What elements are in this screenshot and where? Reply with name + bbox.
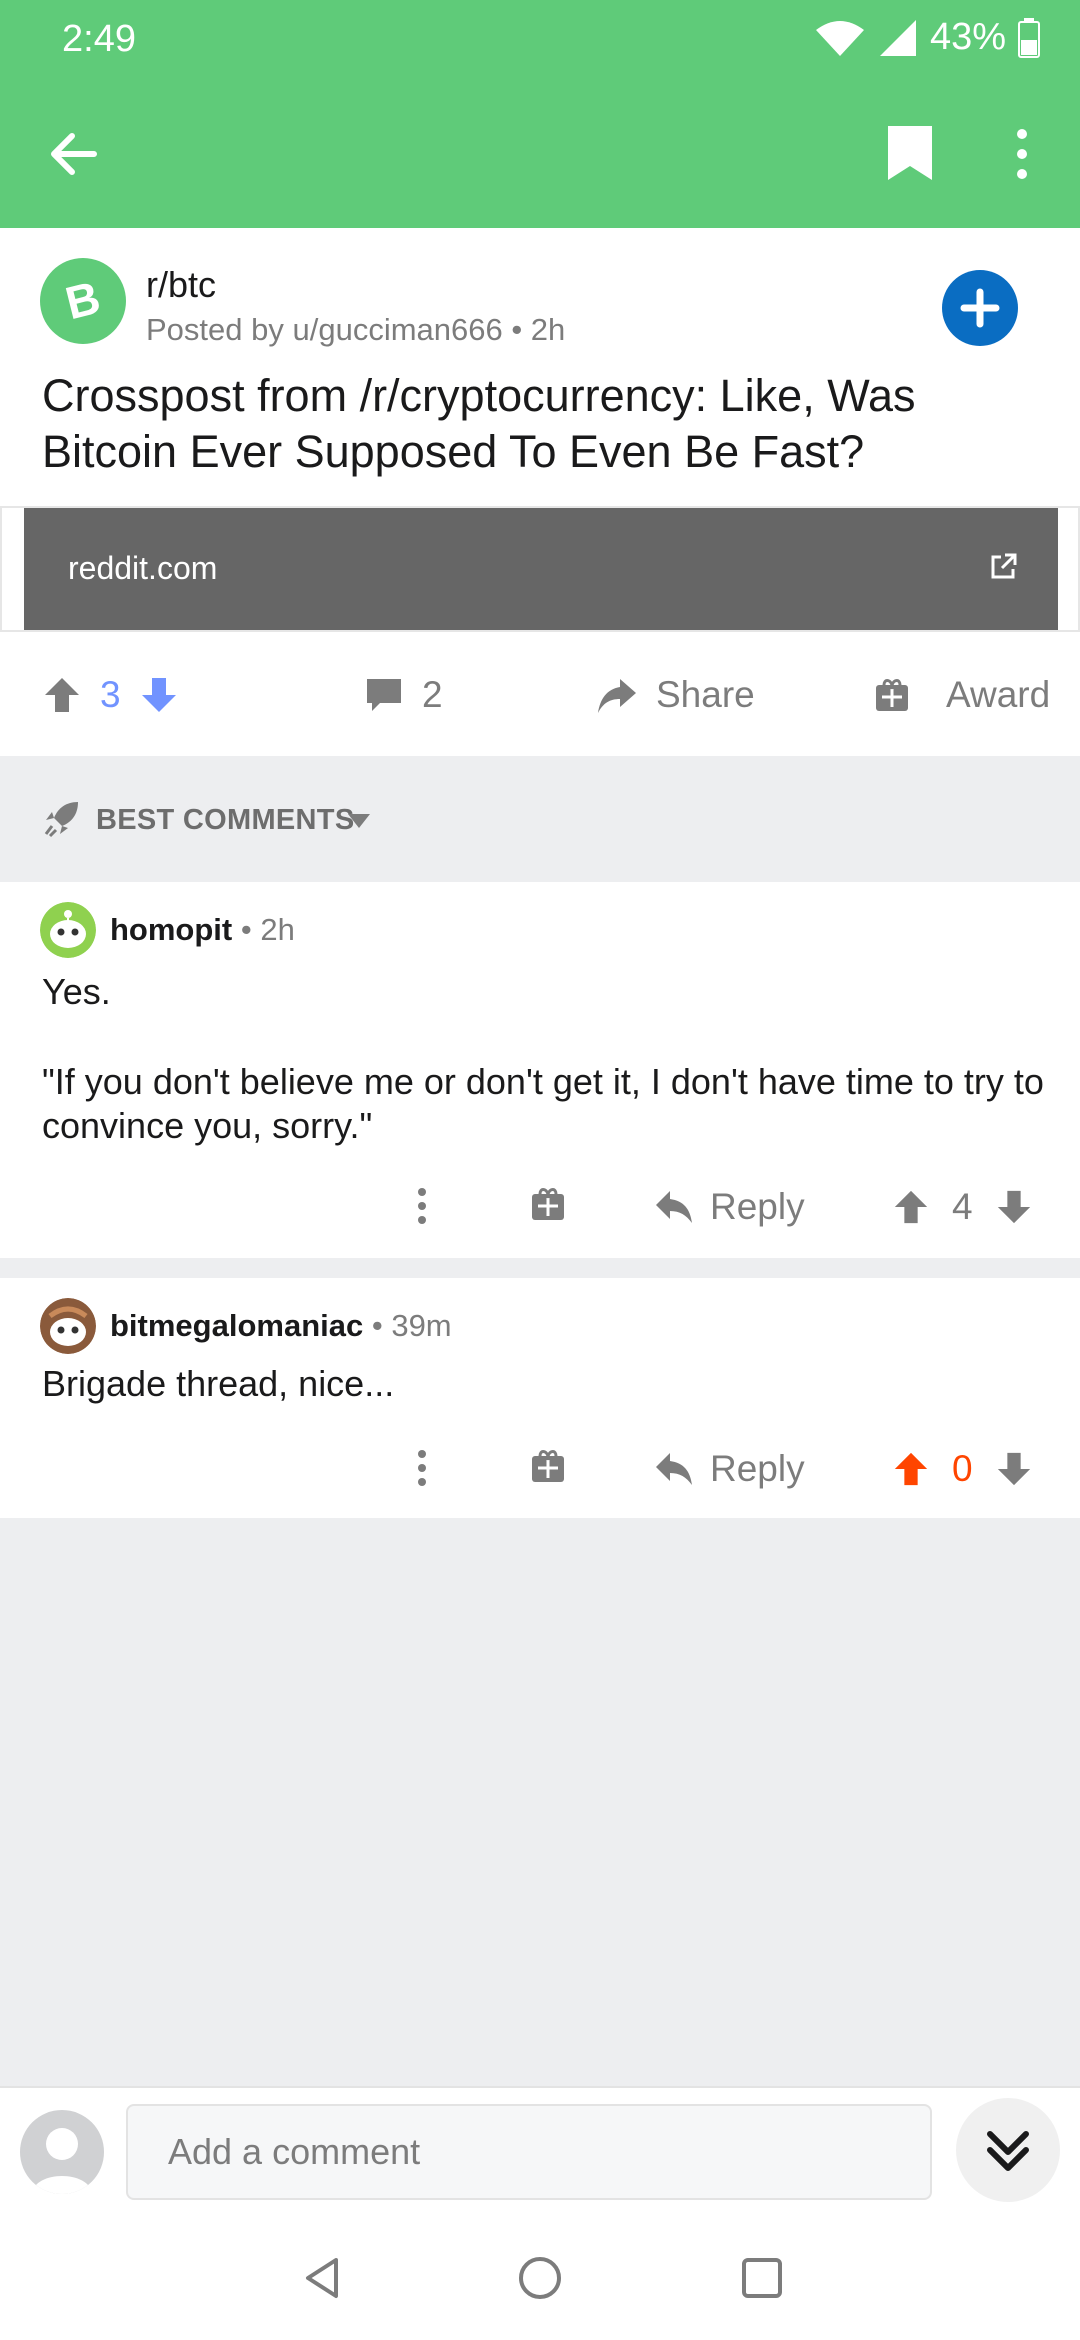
more-vertical-icon[interactable]	[404, 1446, 440, 1490]
vote-group: 3	[42, 674, 179, 716]
downvote-icon[interactable]	[995, 1450, 1033, 1488]
double-chevron-down-icon	[987, 2131, 1029, 2171]
comment: homopit • 2h Yes. "If you don't believe …	[0, 882, 1080, 1258]
comment: bitmegalomaniac • 39m Brigade thread, ni…	[0, 1278, 1080, 1518]
comment-actions: Reply 4	[0, 1176, 1080, 1236]
rocket-icon	[44, 802, 78, 838]
post-title: Crosspost from /r/cryptocurrency: Like, …	[42, 370, 916, 477]
comment-actions: Reply 0	[0, 1438, 1080, 1498]
downvote-icon[interactable]	[139, 675, 179, 715]
award-label: Award	[946, 674, 1051, 715]
share-label: Share	[656, 674, 755, 715]
reply-label: Reply	[710, 1448, 805, 1489]
more-vertical-icon[interactable]	[1004, 124, 1040, 184]
system-nav-bar	[0, 2216, 1080, 2340]
nav-back-icon[interactable]	[298, 2254, 346, 2302]
signal-icon	[879, 19, 916, 56]
comment-body-line: Brigade thread, nice...	[42, 1363, 395, 1404]
comment-author[interactable]: homopit • 2h	[110, 912, 295, 948]
post-card: B r/btc Posted by u/gucciman666 • 2h Cro…	[0, 228, 1080, 756]
upvote-icon[interactable]	[892, 1450, 930, 1488]
join-button[interactable]	[942, 270, 1018, 346]
share-icon	[598, 679, 636, 713]
more-vertical-icon[interactable]	[404, 1184, 440, 1228]
gift-icon	[876, 679, 908, 711]
username[interactable]: homopit	[110, 912, 232, 947]
subreddit-name[interactable]: r/btc	[146, 264, 216, 306]
upvote-icon[interactable]	[42, 675, 82, 715]
gift-icon[interactable]	[530, 1448, 566, 1484]
comment-icon	[367, 679, 401, 711]
battery-percent: 43%	[929, 16, 1006, 58]
bookmark-icon[interactable]	[884, 122, 936, 184]
link-preview[interactable]: reddit.com	[0, 506, 1080, 632]
wifi-icon	[815, 20, 864, 56]
downvote-icon[interactable]	[995, 1188, 1033, 1226]
comment-author[interactable]: bitmegalomaniac • 39m	[110, 1308, 452, 1344]
reply-icon	[656, 1191, 692, 1223]
status-time: 2:49	[62, 18, 136, 60]
plus-icon	[960, 288, 1000, 328]
gift-icon[interactable]	[530, 1186, 566, 1222]
battery-icon	[1018, 17, 1040, 58]
nav-home-icon[interactable]	[516, 2254, 564, 2302]
nav-recents-icon[interactable]	[738, 2254, 786, 2302]
link-domain: reddit.com	[68, 550, 218, 586]
chevron-down-icon	[348, 814, 370, 828]
comment-time: • 2h	[232, 912, 295, 947]
post-actions: 3 2 Share Award	[0, 632, 1080, 756]
comments-button[interactable]: 2	[364, 674, 443, 716]
comment-score: 0	[952, 1448, 973, 1489]
external-link-icon	[991, 553, 1017, 579]
comment-score: 4	[952, 1186, 973, 1227]
current-user-avatar[interactable]	[20, 2110, 104, 2194]
comment-vote-group: 4	[892, 1186, 1033, 1228]
reply-button[interactable]: Reply	[654, 1186, 805, 1228]
sort-label: BEST COMMENTS	[96, 804, 355, 836]
jump-to-next-button[interactable]	[956, 2098, 1060, 2202]
comment-count: 2	[422, 674, 443, 715]
post-meta: Posted by u/gucciman666 • 2h	[146, 312, 566, 347]
upvote-icon[interactable]	[892, 1188, 930, 1226]
status-bar: 2:49 43%	[0, 0, 1080, 80]
post-score: 3	[100, 674, 121, 715]
comment-body-line: Yes.	[42, 971, 111, 1012]
comment-body-line: "If you don't believe me or don't get it…	[42, 1061, 1044, 1146]
comment-vote-group: 0	[892, 1448, 1033, 1490]
user-avatar[interactable]	[40, 1298, 96, 1354]
comment-sort-bar[interactable]: BEST COMMENTS	[0, 756, 1080, 882]
reply-icon	[656, 1453, 692, 1485]
comment-input[interactable]: Add a comment	[126, 2104, 932, 2200]
comment-time: • 39m	[363, 1308, 452, 1343]
arrow-left-icon[interactable]	[44, 124, 104, 184]
user-avatar[interactable]	[40, 902, 96, 958]
app-bar	[0, 80, 1080, 228]
award-button[interactable]: Award	[874, 674, 1050, 716]
reply-button[interactable]: Reply	[654, 1448, 805, 1490]
subreddit-avatar[interactable]: B	[40, 258, 126, 344]
user-icon	[32, 2128, 92, 2194]
reply-label: Reply	[710, 1186, 805, 1227]
username[interactable]: bitmegalomaniac	[110, 1308, 363, 1343]
share-button[interactable]: Share	[596, 674, 755, 716]
comment-composer-bar: Add a comment	[0, 2086, 1080, 2216]
